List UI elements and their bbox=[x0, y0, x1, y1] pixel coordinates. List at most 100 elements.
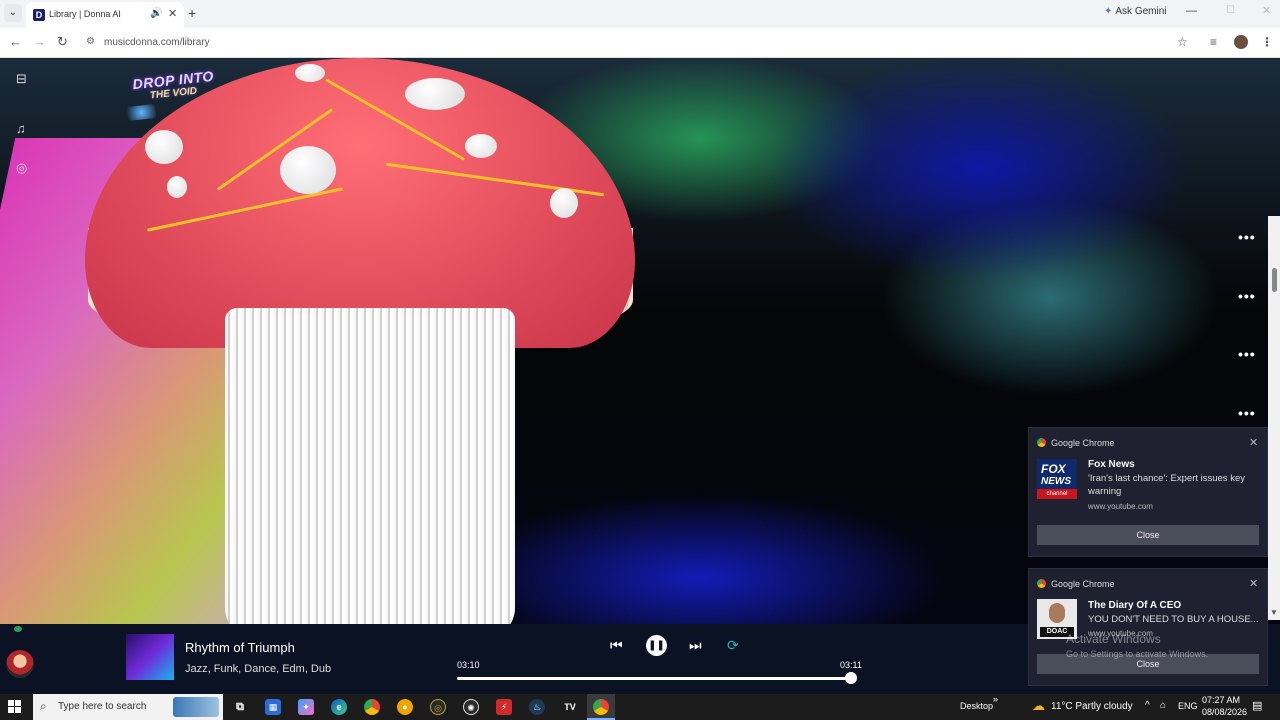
notification-app: Google Chrome bbox=[1051, 438, 1115, 448]
chrome-notification[interactable]: Google Chrome ✕ FOX NEWS channel Fox New… bbox=[1028, 427, 1268, 557]
chrome-icon bbox=[1037, 579, 1046, 588]
notification-close-icon[interactable]: ✕ bbox=[1249, 577, 1258, 590]
site-favicon-icon: D bbox=[33, 9, 45, 21]
network-icon[interactable]: ⌂ bbox=[1160, 700, 1166, 711]
search-icon: ⌕ bbox=[40, 699, 47, 713]
doac-face bbox=[1049, 603, 1065, 623]
calculator-icon[interactable]: ▦ bbox=[265, 699, 281, 715]
browser-tab[interactable]: D Library | Donna AI 🔊 ✕ bbox=[26, 2, 184, 28]
task-view-icon[interactable]: ⧉ bbox=[232, 699, 248, 715]
edge-icon[interactable]: e bbox=[331, 699, 347, 715]
site-info-icon[interactable]: ⚙ bbox=[86, 36, 95, 47]
pdf-tool-icon[interactable]: ⚡ bbox=[496, 699, 512, 715]
user-avatar[interactable] bbox=[6, 650, 34, 678]
notification-header: Google Chrome bbox=[1037, 438, 1115, 448]
notification-source: www.youtube.com bbox=[1088, 502, 1153, 511]
steam-icon[interactable]: ♨ bbox=[529, 699, 545, 715]
reload-icon[interactable]: ↻ bbox=[57, 34, 68, 50]
time-total: 03:11 bbox=[840, 660, 862, 670]
bookmark-star-icon[interactable]: ☆ bbox=[1177, 35, 1188, 49]
fox-news-logo: FOX NEWS channel bbox=[1037, 459, 1077, 499]
gemini-spark-icon: ✦ bbox=[1104, 6, 1113, 17]
browser-tab-bar: ⌄ D Library | Donna AI 🔊 ✕ + ✦ Ask Gemini… bbox=[0, 0, 1280, 28]
track-more-button[interactable]: ••• bbox=[1238, 346, 1256, 362]
browser-menu-icon[interactable]: ⋮ bbox=[1261, 35, 1273, 49]
cap-spot bbox=[145, 130, 183, 164]
scrollbar-thumb[interactable] bbox=[1272, 268, 1277, 292]
mushroom-stem-graphic bbox=[225, 308, 515, 624]
cap-spot bbox=[405, 78, 465, 110]
cap-spot bbox=[167, 176, 187, 198]
notification-close-icon[interactable]: ✕ bbox=[1249, 436, 1258, 449]
weather-icon[interactable]: ☁ bbox=[1032, 698, 1045, 714]
weather-condition: Partly cloudy bbox=[1075, 701, 1133, 712]
fox-logo-text: FOX bbox=[1041, 462, 1066, 476]
temperature: 11°C bbox=[1051, 701, 1073, 712]
ask-gemini-button[interactable]: ✦ Ask Gemini bbox=[1104, 6, 1167, 17]
fox-logo-text: channel bbox=[1037, 489, 1077, 499]
reading-list-icon[interactable]: ≡ bbox=[1210, 35, 1217, 49]
media-app-icon[interactable]: ● bbox=[397, 699, 413, 715]
repeat-icon[interactable]: ⟳ bbox=[727, 637, 739, 654]
chrome-icon[interactable] bbox=[364, 699, 380, 715]
clock-date[interactable]: 08/08/2026 bbox=[1202, 707, 1247, 717]
progress-bar[interactable] bbox=[457, 677, 855, 680]
tray-chevron-icon[interactable]: ^ bbox=[1145, 700, 1150, 711]
xbox-icon[interactable]: ◎ bbox=[430, 699, 446, 715]
weather-widget[interactable]: 11°C Partly cloudy bbox=[1051, 701, 1133, 712]
notification-title: Fox News bbox=[1088, 459, 1135, 470]
cap-spot bbox=[280, 146, 336, 194]
tradingview-icon[interactable]: TV bbox=[562, 699, 578, 715]
new-tab-icon[interactable]: + bbox=[188, 5, 196, 21]
track-more-button[interactable]: ••• bbox=[1238, 229, 1256, 245]
chrome-active-icon[interactable] bbox=[593, 699, 609, 715]
cap-spot bbox=[295, 64, 325, 82]
progress-handle[interactable] bbox=[845, 672, 858, 684]
track-more-button[interactable]: ••• bbox=[1238, 288, 1256, 304]
music-add-icon[interactable]: ♫ bbox=[16, 121, 26, 136]
album-art[interactable] bbox=[126, 634, 174, 680]
audio-wave-icon[interactable]: ◎ bbox=[16, 160, 27, 176]
window-maximize-icon[interactable]: ☐ bbox=[1226, 5, 1235, 16]
notification-close-button[interactable]: Close bbox=[1037, 525, 1259, 545]
track-more-button[interactable]: ••• bbox=[1238, 405, 1256, 421]
language-indicator[interactable]: ENG bbox=[1178, 701, 1198, 711]
scroll-down-arrow-icon[interactable]: ▼ bbox=[1270, 608, 1278, 617]
track-title: Rhythm of Triumph bbox=[185, 640, 295, 655]
chrome-notification[interactable]: Google Chrome ✕ DOAC The Diary Of A CEO … bbox=[1028, 568, 1268, 686]
tab-search-icon[interactable]: ⌄ bbox=[4, 4, 22, 22]
copilot-icon[interactable]: ✦ bbox=[298, 699, 314, 715]
clock-time[interactable]: 07:27 AM bbox=[1202, 695, 1240, 705]
previous-track-icon[interactable]: ⏮ bbox=[610, 637, 623, 654]
windows-start-icon[interactable] bbox=[8, 700, 22, 714]
window-minimize-icon[interactable]: — bbox=[1186, 5, 1197, 17]
taskbar-search[interactable]: ⌕ Type here to search bbox=[33, 694, 223, 720]
search-placeholder: Type here to search bbox=[58, 701, 147, 712]
notification-body: YOU DON'T NEED TO BUY A HOUSE... bbox=[1088, 614, 1259, 625]
profile-avatar[interactable] bbox=[1234, 35, 1248, 49]
chevron-icon[interactable]: » bbox=[993, 694, 998, 704]
next-track-icon[interactable]: ⏭ bbox=[689, 637, 702, 654]
notification-body: 'Iran's last chance': Expert issues key … bbox=[1088, 473, 1245, 497]
pause-button[interactable]: ❚❚ bbox=[646, 635, 667, 656]
back-arrow-icon[interactable]: ← bbox=[9, 34, 22, 49]
window-close-icon[interactable]: ✕ bbox=[1262, 4, 1271, 17]
tab-audio-icon[interactable]: 🔊 bbox=[150, 8, 162, 19]
address-url: musicdonna.com/library bbox=[104, 37, 210, 48]
search-highlight-image bbox=[173, 697, 219, 717]
activate-windows-watermark-sub: Go to Settings to activate Windows. bbox=[1066, 649, 1209, 659]
sidebar-toggle-icon[interactable]: ⊟ bbox=[16, 71, 27, 87]
forward-arrow-icon[interactable]: → bbox=[33, 34, 46, 49]
desktop-toolbar[interactable]: Desktop bbox=[960, 701, 993, 711]
tab-close-icon[interactable]: ✕ bbox=[168, 7, 177, 20]
browser-toolbar: ← → ↻ ⚙ musicdonna.com/library ☆ ≡ ⋮ bbox=[0, 28, 1280, 58]
notification-center-icon[interactable]: ▤ bbox=[1252, 699, 1262, 712]
cap-spot bbox=[550, 188, 578, 218]
address-bar[interactable]: ⚙ musicdonna.com/library bbox=[80, 32, 1170, 54]
ask-gemini-label: Ask Gemini bbox=[1115, 6, 1167, 17]
notification-title: The Diary Of A CEO bbox=[1088, 600, 1182, 611]
cap-spot bbox=[465, 134, 497, 158]
openai-icon[interactable]: ✺ bbox=[463, 699, 479, 715]
track-genres: Jazz, Funk, Dance, Edm, Dub bbox=[185, 663, 332, 675]
activate-windows-watermark: Activate Windows bbox=[1066, 632, 1161, 646]
